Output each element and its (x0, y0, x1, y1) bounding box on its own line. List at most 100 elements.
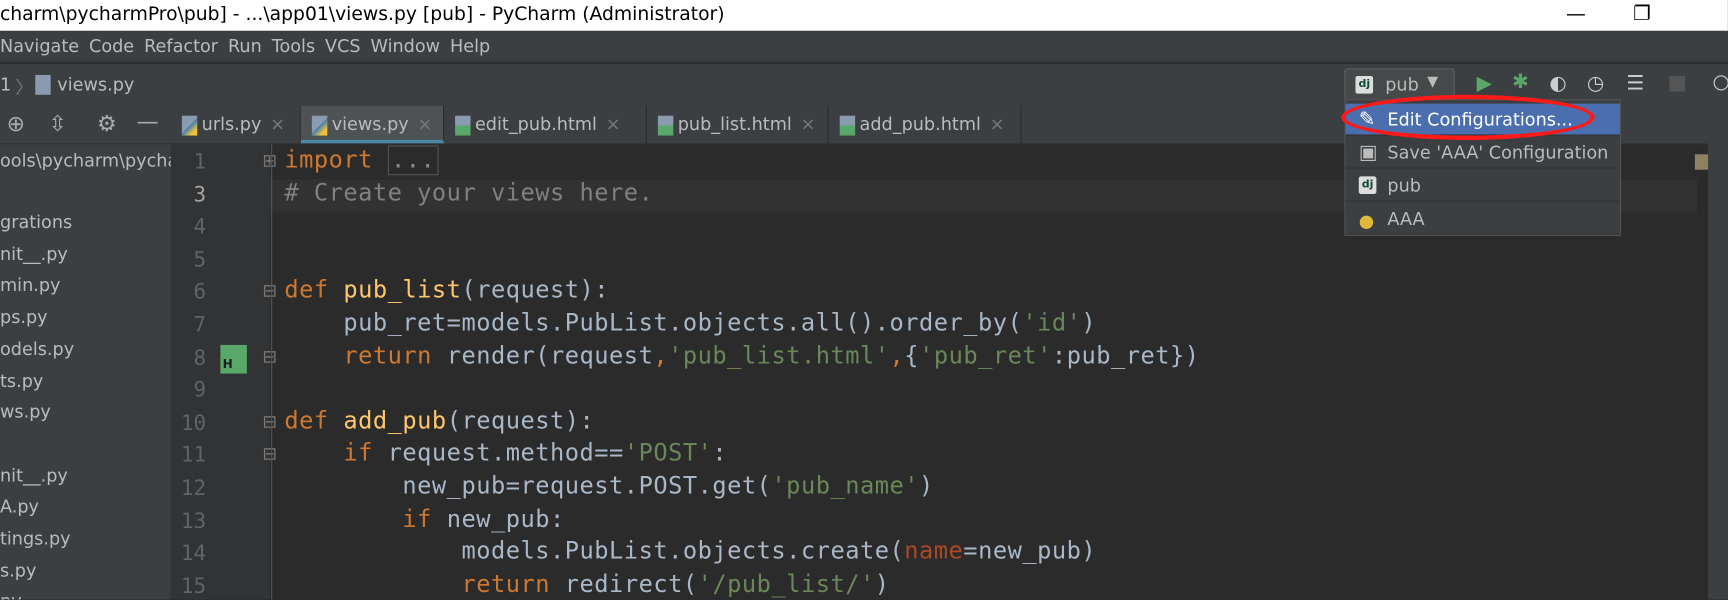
django-icon: dj (1355, 76, 1374, 94)
code-line[interactable]: return redirect('/pub_list/') (284, 571, 889, 599)
project-tree-item[interactable]: ws.py (0, 401, 51, 422)
code-token: '/pub_list/' (697, 570, 875, 599)
search-icon[interactable]: ○ (1713, 71, 1728, 94)
fold-icon[interactable]: ⊟ (262, 346, 277, 367)
code-token: pub_ret=models.PubList.objects.all().ord… (284, 309, 1023, 338)
tab-urls-py[interactable]: urls.py × (171, 105, 301, 144)
fold-icon[interactable]: ⊞ (262, 150, 277, 171)
menu-code[interactable]: Code (89, 35, 134, 56)
locate-icon[interactable]: ⊕ (7, 110, 25, 136)
code-line[interactable]: return render(request,'pub_list.html',{'… (284, 342, 1199, 370)
code-token: 'id' (1022, 309, 1082, 338)
project-tree-item[interactable]: nit__.py (0, 243, 68, 264)
close-icon[interactable]: × (418, 114, 433, 135)
code-line[interactable]: # Create your views here. (284, 179, 653, 207)
fold-icon[interactable]: ⊟ (262, 443, 277, 464)
project-tree-item[interactable]: nit__.py (0, 465, 68, 486)
fold-icon[interactable]: ⊟ (262, 280, 277, 301)
gear-icon[interactable]: ⚙ (97, 110, 117, 136)
menu-help[interactable]: Help (450, 35, 490, 56)
minimize-button[interactable]: — (1543, 0, 1609, 31)
project-tree-item[interactable]: tings.py (0, 528, 71, 549)
popup-item-pub[interactable]: dj pub (1345, 170, 1620, 202)
code-token: new_pub=request.POST.get( (284, 472, 772, 501)
line-number: 4 (193, 215, 207, 240)
code-token: ... (387, 145, 439, 176)
breadcrumb-prefix[interactable]: 1 (0, 74, 11, 95)
menu-window[interactable]: Window (371, 35, 441, 56)
close-icon[interactable]: × (606, 114, 621, 135)
code-token: def (284, 407, 344, 436)
code-token: ) (919, 472, 934, 501)
tab-label: urls.py (201, 113, 262, 135)
project-panel: ⊕ ⇳ ⚙ — ools\pycharm\pycha grations nit__… (0, 105, 178, 600)
debug-icon[interactable]: ✱ (1512, 71, 1529, 94)
run-config-dropdown[interactable]: dj pub ▼ (1344, 68, 1455, 102)
menu-vcs[interactable]: VCS (325, 35, 361, 56)
popup-item-aaa[interactable]: ● AAA (1345, 203, 1620, 235)
run-icon[interactable]: ▶ (1477, 72, 1492, 95)
html-file-icon (455, 115, 471, 135)
code-token: return (461, 570, 565, 599)
tab-pub-list-html[interactable]: pub_list.html × (647, 105, 829, 144)
project-tree-item[interactable]: A.py (0, 496, 39, 517)
code-line[interactable]: new_pub=request.POST.get('pub_name') (284, 473, 933, 501)
stop-icon[interactable] (1669, 76, 1685, 92)
menu-run[interactable]: Run (228, 35, 262, 56)
line-number: 12 (180, 476, 207, 501)
tab-add-pub-html[interactable]: add_pub.html × (829, 105, 1022, 144)
line-number: 15 (180, 573, 207, 599)
code-line[interactable]: import ... (284, 145, 439, 176)
popup-item-label: Save 'AAA' Configuration (1387, 142, 1609, 164)
menu-navigate[interactable]: Navigate (0, 35, 79, 56)
close-icon[interactable]: × (270, 114, 285, 135)
menu-refactor[interactable]: Refactor (144, 35, 218, 56)
save-icon: ▣ (1358, 141, 1378, 165)
code-token: new_pub: (446, 505, 565, 533)
code-token: 'pub_list.html' (668, 342, 890, 370)
tab-views-py[interactable]: views.py × (300, 105, 445, 144)
popup-item-save-aaa-configuration[interactable]: ▣ Save 'AAA' Configuration (1345, 137, 1620, 169)
code-token: , (889, 342, 905, 370)
breadcrumb-file[interactable]: views.py (57, 74, 134, 95)
project-tree-item[interactable]: ps.py (0, 306, 48, 327)
code-token: request.method== (387, 440, 624, 468)
code-token: render(request (446, 342, 654, 370)
close-icon[interactable]: × (990, 114, 1005, 135)
python-icon: ● (1358, 210, 1375, 232)
project-tree-item[interactable]: min.py (0, 275, 60, 296)
tab-edit-pub-html[interactable]: edit_pub.html × (444, 105, 647, 144)
code-line[interactable]: def add_pub(request): (284, 408, 594, 436)
maximize-button[interactable]: ❐ (1609, 0, 1675, 31)
code-line[interactable]: if new_pub: (284, 505, 564, 533)
coverage-icon[interactable]: ◐ (1549, 72, 1566, 95)
code-token: (request): (446, 407, 595, 436)
collapse-all-icon[interactable]: ⇳ (48, 110, 66, 136)
project-tree-item[interactable]: odels.py (0, 338, 74, 359)
code-line[interactable]: if request.method=='POST': (284, 440, 727, 468)
project-tree-item[interactable]: pv (0, 591, 22, 599)
html-template-gutter-icon[interactable]: H (220, 344, 247, 374)
code-line[interactable]: def pub_list(request): (284, 277, 609, 305)
project-tree-item[interactable]: ts.py (0, 370, 43, 391)
code-line[interactable]: models.PubList.objects.create(name=new_p… (284, 538, 1096, 566)
menu-tools[interactable]: Tools (272, 35, 315, 56)
close-icon[interactable]: × (801, 114, 816, 135)
code-token: 'pub_name' (771, 472, 920, 501)
popup-item-edit-configurations[interactable]: ✎ Edit Configurations... (1345, 103, 1620, 136)
django-icon: dj (1358, 176, 1377, 194)
fold-icon[interactable]: ⊟ (262, 411, 277, 432)
code-line[interactable]: pub_ret=models.PubList.objects.all().ord… (284, 310, 1096, 338)
run-config-label: pub (1385, 73, 1419, 95)
python-file-icon (35, 74, 51, 95)
project-tree-item[interactable]: grations (0, 212, 72, 233)
code-token: def (284, 277, 344, 305)
concurrency-icon[interactable]: ☰ (1627, 72, 1645, 95)
hide-icon[interactable]: — (137, 108, 159, 134)
project-tree-item[interactable]: s.py (0, 559, 36, 580)
profile-icon[interactable]: ◷ (1587, 72, 1604, 95)
gutter-divider (271, 144, 273, 600)
code-token: pub_list (343, 277, 462, 305)
